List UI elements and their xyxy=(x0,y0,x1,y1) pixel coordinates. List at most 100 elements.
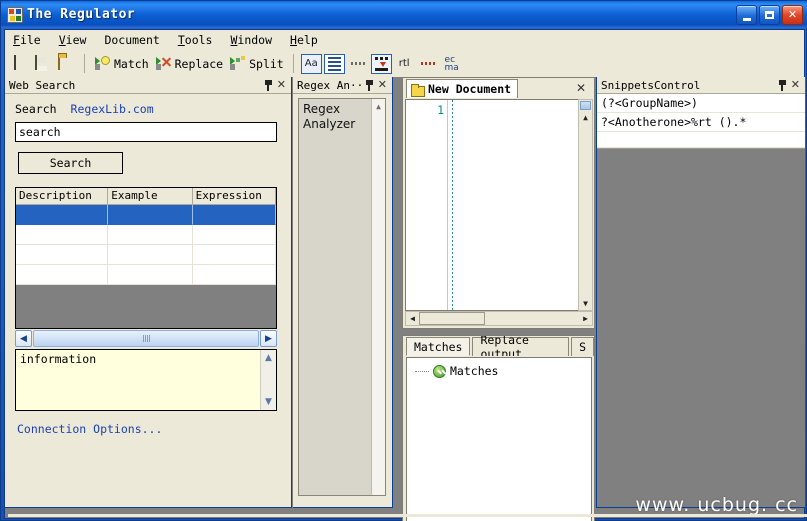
tab-matches[interactable]: Matches xyxy=(406,337,470,356)
pin-icon[interactable] xyxy=(264,80,273,91)
search-button[interactable]: Search xyxy=(18,152,123,174)
web-search-body: Search RegexLib.com search Search Descri… xyxy=(5,94,291,436)
document-tab-bar: New Document ✕ xyxy=(403,78,594,98)
cell-description xyxy=(16,205,108,225)
tree-connector xyxy=(415,371,429,372)
singleline-dots-icon[interactable] xyxy=(347,54,369,74)
tool-bar: Match Replace Split Aa rtl ec ma xyxy=(5,50,804,77)
list-item[interactable] xyxy=(597,132,805,148)
split-button[interactable]: Split xyxy=(227,53,286,75)
menu-file[interactable]: File xyxy=(13,33,41,47)
scroll-left-button[interactable]: ◀ xyxy=(15,330,32,347)
results-horizontal-scrollbar[interactable]: ◀ ▶ xyxy=(15,330,277,347)
editor-vertical-scrollbar[interactable]: ▲ ▼ xyxy=(578,99,593,311)
document-close-icon[interactable]: ✕ xyxy=(576,81,586,95)
connection-options-link[interactable]: Connection Options... xyxy=(17,422,281,436)
document-text-area[interactable]: 1 xyxy=(405,99,593,311)
editor-horizontal-scrollbar[interactable]: ◀ ▶ xyxy=(405,311,593,326)
toolbar-separator-1 xyxy=(84,54,85,73)
search-results-grid[interactable]: Description Example Expression xyxy=(15,187,277,329)
menu-help[interactable]: Help xyxy=(290,33,318,47)
analyzer-scroll-up-button[interactable]: ▲ xyxy=(372,99,385,113)
pin-icon[interactable] xyxy=(365,80,374,91)
menu-view[interactable]: View xyxy=(59,33,87,47)
toolbar-separator-2 xyxy=(293,54,294,73)
hscroll-track[interactable] xyxy=(33,330,259,347)
client-area: File View Document Tools Window Help Mat… xyxy=(4,29,805,519)
snippets-list[interactable]: (?<GroupName>) ?<Anotherone>%rt ().* xyxy=(597,94,805,149)
search-input[interactable]: search xyxy=(15,122,277,142)
editor-hscroll-thumb[interactable] xyxy=(419,312,485,325)
editor-scroll-right-button[interactable]: ▶ xyxy=(579,312,592,325)
menu-document[interactable]: Document xyxy=(104,33,159,47)
information-box[interactable]: information ▲ ▼ xyxy=(15,349,277,411)
minimize-button[interactable] xyxy=(736,5,757,25)
scroll-right-button[interactable]: ▶ xyxy=(260,330,277,347)
matches-tree[interactable]: Matches xyxy=(406,357,592,521)
table-row[interactable] xyxy=(16,245,276,265)
cell-description xyxy=(16,225,108,245)
open-button[interactable] xyxy=(56,53,77,75)
ignore-whitespace-icon[interactable] xyxy=(417,54,439,74)
line-number: 1 xyxy=(437,103,444,117)
search-button-label: Search xyxy=(50,156,92,170)
right-to-left-icon[interactable]: rtl xyxy=(394,58,415,69)
tab-replace-output-label: Replace output xyxy=(480,336,561,356)
tree-item-matches-label: Matches xyxy=(450,364,498,378)
code-surface[interactable] xyxy=(448,100,592,310)
tab-replace-output[interactable]: Replace output xyxy=(472,337,569,356)
column-header-expression[interactable]: Expression xyxy=(193,188,276,205)
column-header-example[interactable]: Example xyxy=(108,188,192,205)
line-number-gutter: 1 xyxy=(406,100,448,310)
editor-vscroll-thumb[interactable] xyxy=(580,101,591,110)
site-watermark: www. ucbug. cc xyxy=(635,494,798,516)
hscroll-thumb[interactable] xyxy=(33,330,259,347)
editor-scroll-down-button[interactable]: ▼ xyxy=(579,297,592,310)
save-button[interactable] xyxy=(33,53,54,75)
ecma-script-icon[interactable]: ec ma xyxy=(441,56,463,72)
information-vertical-scrollbar[interactable]: ▲ ▼ xyxy=(260,350,276,410)
replace-button[interactable]: Replace xyxy=(153,53,225,75)
table-row[interactable] xyxy=(16,225,276,245)
menu-view-rest: iew xyxy=(66,33,87,47)
maximize-button[interactable] xyxy=(759,5,780,25)
analyzer-vertical-scrollbar[interactable]: ▲ xyxy=(371,99,385,495)
cell-example xyxy=(108,205,192,225)
explicit-capture-icon[interactable] xyxy=(371,54,392,74)
match-button[interactable]: Match xyxy=(92,53,151,75)
info-scroll-up-button[interactable]: ▲ xyxy=(261,350,276,366)
status-bar xyxy=(8,514,807,517)
close-button[interactable]: ✕ xyxy=(782,5,803,25)
web-search-panel: Web Search ✕ Search RegexLib.com search … xyxy=(5,77,292,508)
web-search-panel-buttons: ✕ xyxy=(264,80,289,91)
analyzer-content[interactable]: Regex Analyzer ▲ xyxy=(298,98,386,496)
new-document-button[interactable] xyxy=(10,53,31,75)
menu-window[interactable]: Window xyxy=(230,33,272,47)
folder-icon xyxy=(411,84,424,95)
close-icon[interactable]: ✕ xyxy=(791,80,800,90)
close-icon[interactable]: ✕ xyxy=(378,80,387,90)
editor-scroll-up-button[interactable]: ▲ xyxy=(579,111,592,124)
regexlib-link[interactable]: RegexLib.com xyxy=(71,102,154,116)
ignore-case-icon[interactable]: Aa xyxy=(301,54,322,74)
ignore-case-label: Aa xyxy=(305,58,318,69)
tree-item-matches[interactable]: Matches xyxy=(407,358,591,378)
list-item[interactable]: (?<GroupName>) xyxy=(597,94,805,113)
analyzer-line-1: Regex xyxy=(303,102,367,117)
app-icon xyxy=(7,7,23,23)
tab-new-document[interactable]: New Document xyxy=(406,79,518,98)
grid-empty-area xyxy=(16,285,276,329)
column-header-description[interactable]: Description xyxy=(16,188,108,205)
list-item[interactable]: ?<Anotherone>%rt ().* xyxy=(597,113,805,132)
editor-scroll-left-button[interactable]: ◀ xyxy=(406,312,419,325)
info-scroll-down-button[interactable]: ▼ xyxy=(261,394,276,410)
table-row[interactable] xyxy=(16,205,276,225)
tab-split[interactable]: S xyxy=(571,337,594,356)
table-row[interactable] xyxy=(16,265,276,285)
pin-icon[interactable] xyxy=(778,80,787,91)
close-icon[interactable]: ✕ xyxy=(277,80,286,90)
menu-document-label: Document xyxy=(104,33,159,47)
cell-description xyxy=(16,245,108,265)
multiline-icon[interactable] xyxy=(324,54,345,74)
menu-tools[interactable]: Tools xyxy=(178,33,213,47)
